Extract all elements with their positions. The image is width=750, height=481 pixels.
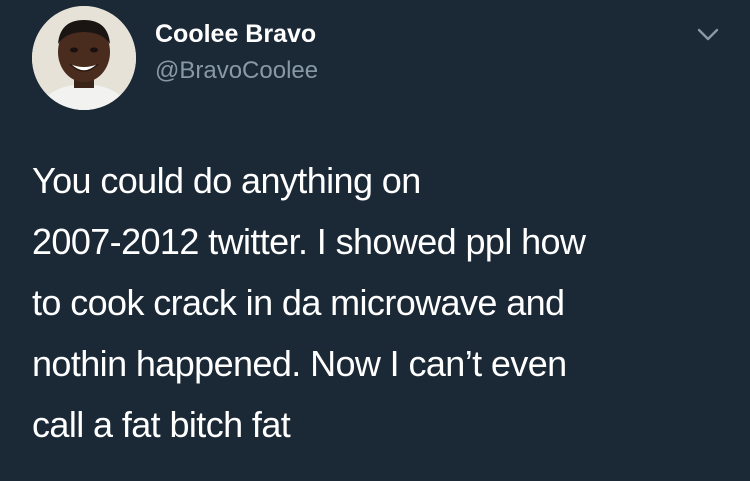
display-name[interactable]: Coolee Bravo: [155, 19, 316, 49]
tweet-text: You could do anything on 2007-2012 twitt…: [32, 160, 586, 445]
avatar-image: [32, 6, 136, 110]
user-handle[interactable]: @BravoCoolee: [155, 56, 318, 86]
tweet-card: Coolee Bravo @BravoCoolee You could do a…: [0, 0, 750, 481]
avatar[interactable]: [32, 6, 136, 110]
chevron-down-icon[interactable]: [692, 22, 724, 46]
